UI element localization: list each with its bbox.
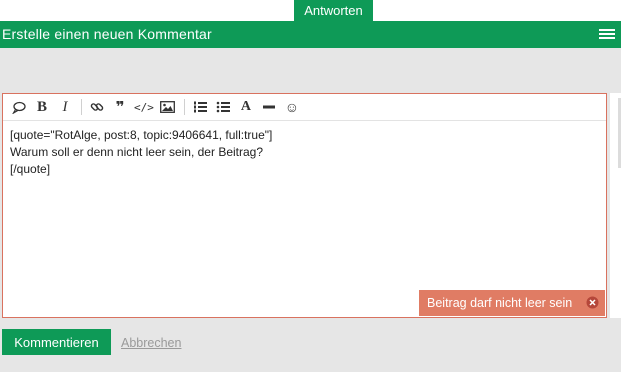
font-icon[interactable]: A [237,98,255,116]
comment-textarea[interactable]: [quote="RotAlge, post:8, topic:9406641, … [3,120,606,318]
emoji-icon[interactable]: ☺ [283,98,301,116]
close-icon[interactable] [586,296,599,309]
speech-bubble-icon[interactable] [10,98,28,116]
error-message: Beitrag darf nicht leer sein [427,296,573,310]
horizontal-rule-icon[interactable] [260,98,278,116]
toolbar-separator [81,99,82,115]
tab-antworten[interactable]: Antworten [294,0,373,21]
bullet-list-icon[interactable] [214,98,232,116]
error-popup: Beitrag darf nicht leer sein [419,290,605,316]
composer-title: Erstelle einen neuen Kommentar [2,26,212,42]
submit-button[interactable]: Kommentieren [2,329,111,355]
blockquote-icon[interactable]: ❞ [111,98,129,116]
italic-icon[interactable]: I [56,98,74,116]
hamburger-icon[interactable] [599,29,615,39]
composer-area: B I ❞ </> A ☺ [quote="RotAlge, post:8, t… [0,48,621,372]
preview-pane [610,93,621,318]
bold-icon[interactable]: B [33,98,51,116]
toolbar-separator [183,99,185,115]
link-icon[interactable] [88,98,106,116]
image-icon[interactable] [159,98,177,116]
editor: B I ❞ </> A ☺ [quote="RotAlge, post:8, t… [2,93,607,318]
code-icon[interactable]: </> [134,98,154,116]
ordered-list-icon[interactable] [191,98,209,116]
cancel-link[interactable]: Abbrechen [121,336,181,350]
editor-toolbar: B I ❞ </> A ☺ [3,94,606,120]
composer-header: Erstelle einen neuen Kommentar [0,21,621,48]
